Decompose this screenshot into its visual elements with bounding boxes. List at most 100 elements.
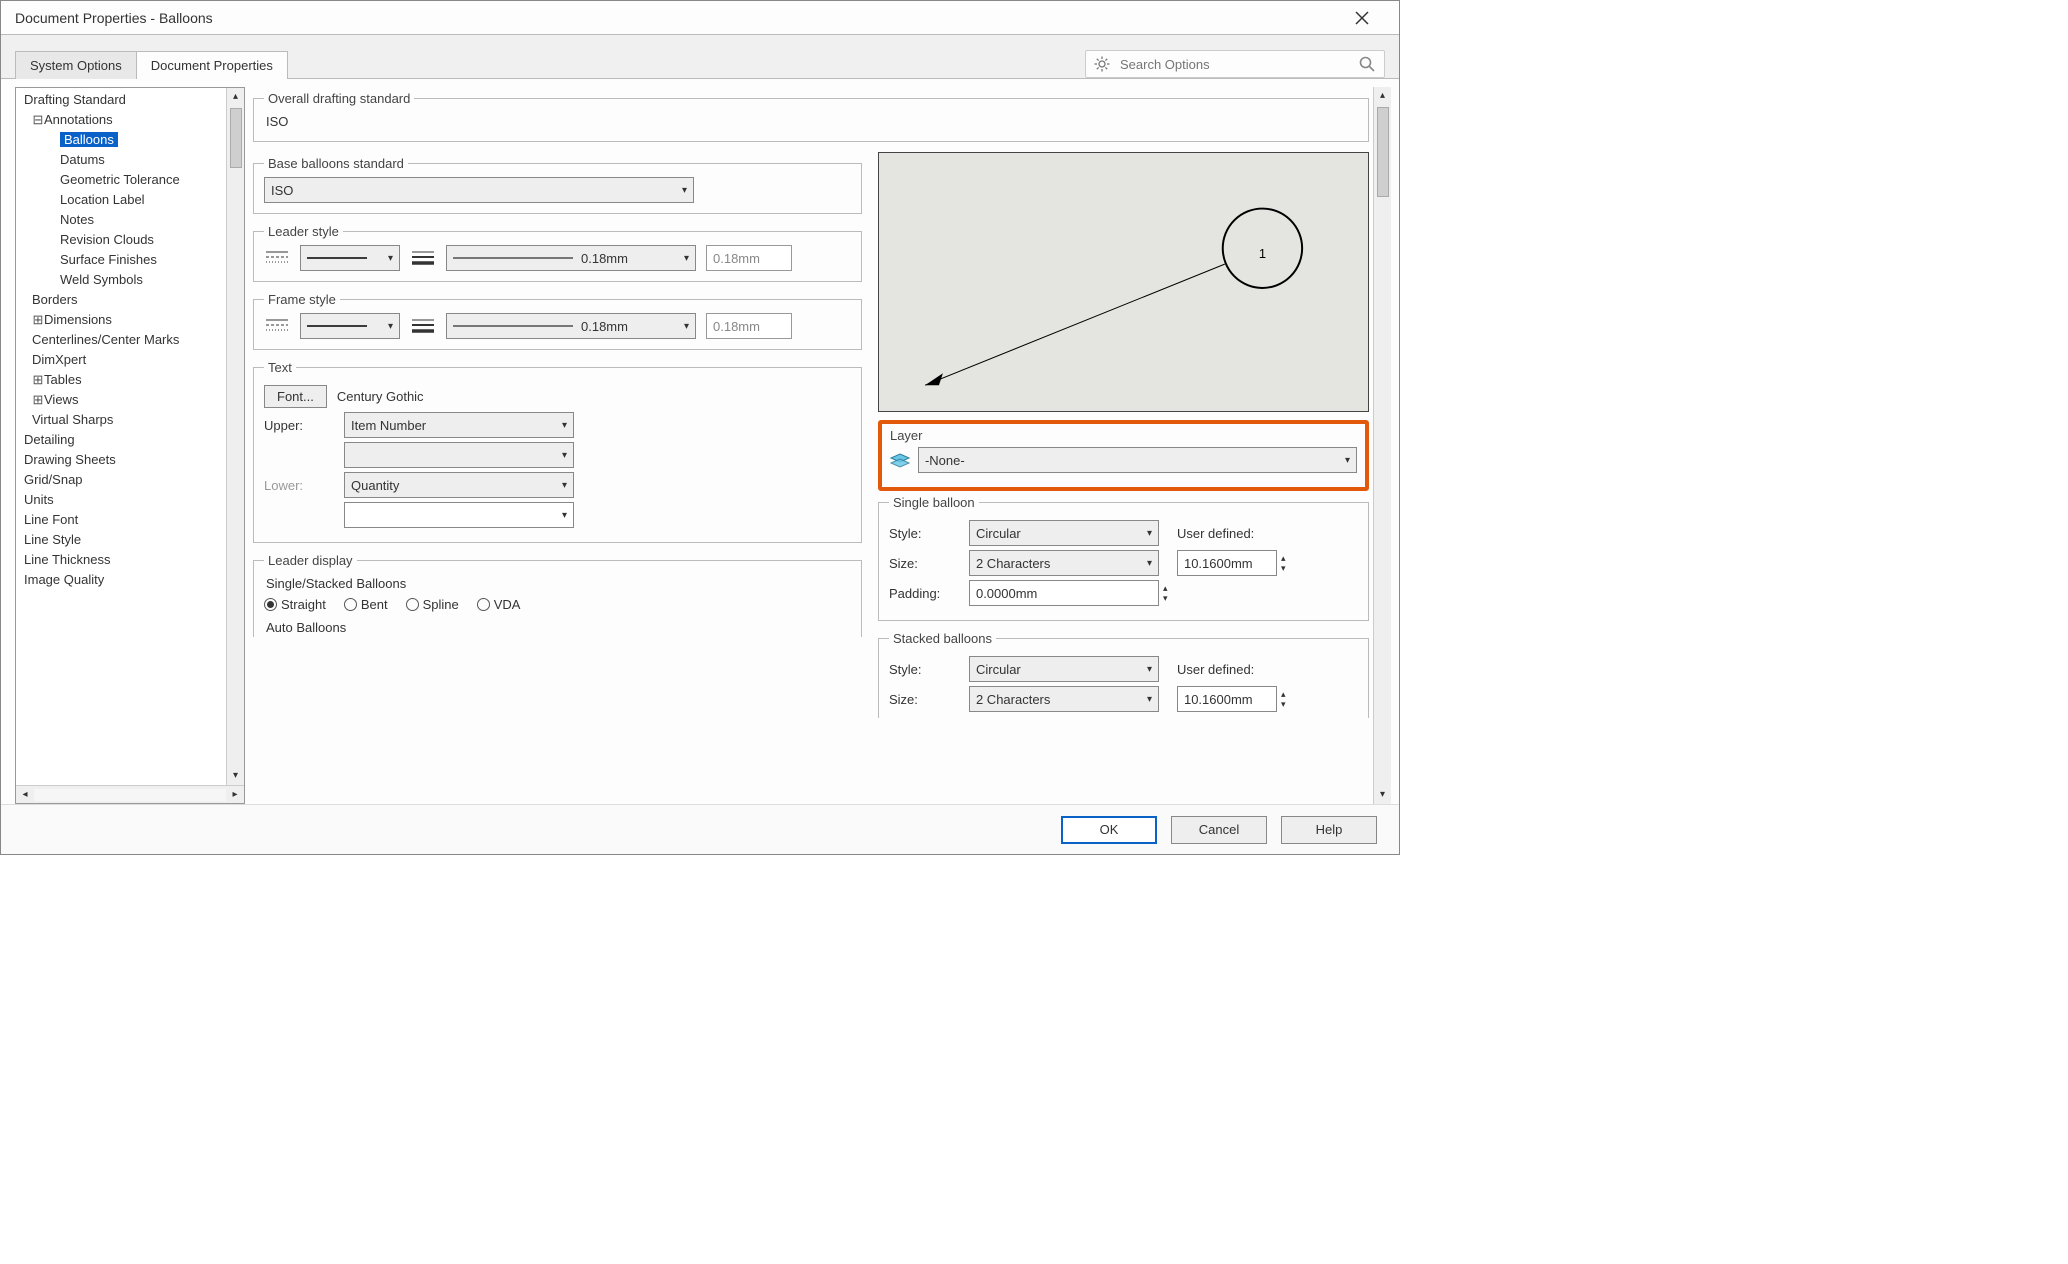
single-style-dropdown[interactable]: Circular▾	[969, 520, 1159, 546]
tree-item-grid-snap[interactable]: Grid/Snap	[20, 470, 244, 490]
tree-item-drafting-standard[interactable]: Drafting Standard	[20, 90, 244, 110]
search-icon	[1358, 55, 1376, 73]
line-style-icon	[264, 313, 290, 339]
tree-vertical-scrollbar[interactable]: ▴ ▾	[226, 88, 244, 785]
search-input[interactable]	[1118, 56, 1350, 73]
solid-line-icon	[307, 254, 367, 262]
content-vertical-scrollbar[interactable]: ▴ ▾	[1373, 87, 1391, 804]
expand-icon[interactable]: ⊞	[32, 370, 44, 390]
tree-item-views[interactable]: ⊞Views	[20, 390, 244, 410]
radio-straight[interactable]: Straight	[264, 597, 326, 612]
scroll-track[interactable]	[34, 789, 226, 801]
expand-icon[interactable]: ⊞	[32, 310, 44, 330]
tree-item-surface-finishes[interactable]: Surface Finishes	[20, 250, 244, 270]
lower-label: Lower:	[264, 478, 334, 493]
tree-horizontal-scrollbar[interactable]: ◂ ▸	[16, 785, 244, 803]
search-options[interactable]	[1085, 50, 1385, 78]
tree-item-location-label[interactable]: Location Label	[20, 190, 244, 210]
ok-button[interactable]: OK	[1061, 816, 1157, 844]
upper-text-dropdown[interactable]: Item Number ▾	[344, 412, 574, 438]
font-button[interactable]: Font...	[264, 385, 327, 408]
tree-item-weld-symbols[interactable]: Weld Symbols	[20, 270, 244, 290]
font-name-label: Century Gothic	[337, 389, 424, 404]
tree-item-dimxpert[interactable]: DimXpert	[20, 350, 244, 370]
solid-line-icon	[307, 322, 367, 330]
scroll-right-icon[interactable]: ▸	[226, 789, 244, 800]
tab-document-properties[interactable]: Document Properties	[136, 51, 288, 79]
tree-item-virtual-sharps[interactable]: Virtual Sharps	[20, 410, 244, 430]
tree-item-balloons[interactable]: Balloons	[20, 130, 244, 150]
single-user-defined-input[interactable]	[1177, 550, 1277, 576]
tree-item-borders[interactable]: Borders	[20, 290, 244, 310]
scroll-down-icon[interactable]: ▾	[1380, 786, 1385, 804]
frame-weight-input	[706, 313, 792, 339]
scroll-thumb[interactable]	[1377, 107, 1389, 197]
spin-down-icon[interactable]: ▾	[1279, 563, 1288, 573]
leader-line-style-dropdown[interactable]: ▾	[300, 245, 400, 271]
scroll-left-icon[interactable]: ◂	[16, 789, 34, 800]
spin-up-icon[interactable]: ▴	[1161, 583, 1170, 593]
user-defined-label: User defined:	[1177, 526, 1254, 541]
base-standard-dropdown[interactable]: ISO ▾	[264, 177, 694, 203]
line-weight-icon	[410, 313, 436, 339]
group-legend: Leader style	[264, 224, 343, 239]
group-legend: Single balloon	[889, 495, 979, 510]
group-legend: Frame style	[264, 292, 340, 307]
tree-item-line-thickness[interactable]: Line Thickness	[20, 550, 244, 570]
group-legend: Base balloons standard	[264, 156, 408, 171]
spin-up-icon[interactable]: ▴	[1279, 553, 1288, 563]
stacked-user-defined-input[interactable]	[1177, 686, 1277, 712]
spin-up-icon[interactable]: ▴	[1279, 689, 1288, 699]
tree-item-revision-clouds[interactable]: Revision Clouds	[20, 230, 244, 250]
spin-down-icon[interactable]: ▾	[1161, 593, 1170, 603]
lower-text-secondary-dropdown[interactable]: ▾	[344, 502, 574, 528]
tree-item-tables[interactable]: ⊞Tables	[20, 370, 244, 390]
frame-line-weight-dropdown[interactable]: 0.18mm ▾	[446, 313, 696, 339]
tree-item-datums[interactable]: Datums	[20, 150, 244, 170]
radio-bent[interactable]: Bent	[344, 597, 388, 612]
tab-system-options[interactable]: System Options	[15, 51, 137, 79]
help-button[interactable]: Help	[1281, 816, 1377, 844]
stacked-size-dropdown[interactable]: 2 Characters▾	[969, 686, 1159, 712]
scroll-thumb[interactable]	[230, 108, 242, 168]
layer-dropdown[interactable]: -None- ▾	[918, 447, 1357, 473]
single-size-dropdown[interactable]: 2 Characters▾	[969, 550, 1159, 576]
style-label: Style:	[889, 526, 959, 541]
category-tree[interactable]: Drafting Standard ⊟Annotations Balloons …	[16, 88, 244, 785]
scroll-up-icon[interactable]: ▴	[233, 88, 238, 106]
scroll-up-icon[interactable]: ▴	[1380, 87, 1385, 105]
single-user-defined-spinner[interactable]: ▴▾	[1177, 550, 1288, 576]
tree-item-detailing[interactable]: Detailing	[20, 430, 244, 450]
cancel-button[interactable]: Cancel	[1171, 816, 1267, 844]
single-padding-input[interactable]	[969, 580, 1159, 606]
radio-vda[interactable]: VDA	[477, 597, 521, 612]
tree-item-drawing-sheets[interactable]: Drawing Sheets	[20, 450, 244, 470]
layer-highlight-frame: Layer -None- ▾	[878, 420, 1369, 491]
group-legend: Layer	[890, 428, 923, 443]
line-weight-icon	[410, 245, 436, 271]
scroll-down-icon[interactable]: ▾	[233, 767, 238, 785]
stacked-user-defined-spinner[interactable]: ▴▾	[1177, 686, 1288, 712]
chevron-down-icon: ▾	[1345, 455, 1350, 466]
tree-item-image-quality[interactable]: Image Quality	[20, 570, 244, 590]
tree-item-centerlines[interactable]: Centerlines/Center Marks	[20, 330, 244, 350]
single-padding-spinner[interactable]: ▴▾	[969, 580, 1170, 606]
spin-down-icon[interactable]: ▾	[1279, 699, 1288, 709]
collapse-icon[interactable]: ⊟	[32, 110, 44, 130]
tree-item-dimensions[interactable]: ⊞Dimensions	[20, 310, 244, 330]
tree-item-annotations[interactable]: ⊟Annotations	[20, 110, 244, 130]
tree-item-notes[interactable]: Notes	[20, 210, 244, 230]
leader-line-weight-dropdown[interactable]: 0.18mm ▾	[446, 245, 696, 271]
close-button[interactable]	[1355, 11, 1391, 25]
topbar: System Options Document Properties	[1, 35, 1399, 79]
tree-item-units[interactable]: Units	[20, 490, 244, 510]
settings-content: Overall drafting standard ISO Base ballo…	[253, 87, 1391, 804]
tree-item-line-font[interactable]: Line Font	[20, 510, 244, 530]
stacked-style-dropdown[interactable]: Circular▾	[969, 656, 1159, 682]
expand-icon[interactable]: ⊞	[32, 390, 44, 410]
radio-spline[interactable]: Spline	[406, 597, 459, 612]
tree-item-line-style[interactable]: Line Style	[20, 530, 244, 550]
frame-line-style-dropdown[interactable]: ▾	[300, 313, 400, 339]
lower-text-dropdown: Quantity ▾	[344, 472, 574, 498]
tree-item-geometric-tolerance[interactable]: Geometric Tolerance	[20, 170, 244, 190]
